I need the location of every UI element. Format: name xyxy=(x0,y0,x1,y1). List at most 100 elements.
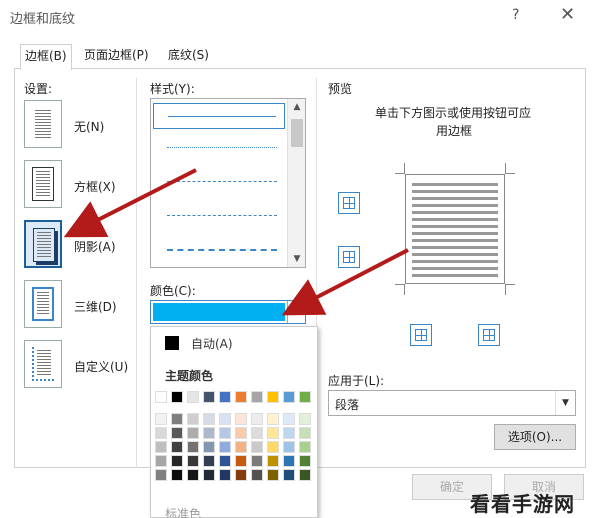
style-item-long-dash[interactable] xyxy=(153,237,285,263)
theme-color-shade[interactable] xyxy=(283,455,295,467)
theme-color-shade[interactable] xyxy=(203,413,215,425)
theme-color-swatch[interactable] xyxy=(187,391,199,403)
theme-color-shade[interactable] xyxy=(171,441,183,453)
preview-page[interactable] xyxy=(405,174,505,284)
scroll-thumb[interactable] xyxy=(291,119,303,147)
theme-color-shade[interactable] xyxy=(187,413,199,425)
tab-page-border[interactable]: 页面边框(P) xyxy=(80,44,153,68)
scroll-up-icon[interactable]: ▲ xyxy=(288,99,306,115)
style-item-dotted[interactable] xyxy=(153,135,285,161)
theme-color-swatch[interactable] xyxy=(219,391,231,403)
theme-color-shade[interactable] xyxy=(251,427,263,439)
theme-color-shade[interactable] xyxy=(219,427,231,439)
theme-color-shade[interactable] xyxy=(155,455,167,467)
theme-color-shade[interactable] xyxy=(203,469,215,481)
theme-color-shade[interactable] xyxy=(283,469,295,481)
setting-none-label[interactable]: 无(N) xyxy=(74,118,104,135)
chevron-down-icon[interactable]: ▼ xyxy=(287,301,305,323)
theme-color-shade[interactable] xyxy=(203,441,215,453)
apply-to-dropdown[interactable]: 段落 ▼ xyxy=(328,390,576,416)
theme-color-shade[interactable] xyxy=(171,427,183,439)
style-scrollbar[interactable]: ▲ ▼ xyxy=(287,99,305,267)
tab-borders[interactable]: 边框(B) xyxy=(20,44,72,70)
settings-label: 设置: xyxy=(24,82,53,96)
theme-color-shade[interactable] xyxy=(251,413,263,425)
theme-color-swatch[interactable] xyxy=(299,391,311,403)
theme-color-swatch[interactable] xyxy=(203,391,215,403)
theme-color-shade[interactable] xyxy=(203,455,215,467)
setting-custom-icon[interactable] xyxy=(24,340,62,388)
theme-color-swatch[interactable] xyxy=(235,391,247,403)
theme-color-shade[interactable] xyxy=(283,441,295,453)
tab-shading[interactable]: 底纹(S) xyxy=(164,44,213,68)
theme-color-shade[interactable] xyxy=(155,413,167,425)
theme-color-shade[interactable] xyxy=(251,469,263,481)
theme-color-swatch[interactable] xyxy=(283,391,295,403)
theme-color-shade[interactable] xyxy=(251,455,263,467)
style-item-solid[interactable] xyxy=(153,103,285,129)
theme-color-swatch[interactable] xyxy=(155,391,167,403)
theme-color-shade[interactable] xyxy=(155,427,167,439)
theme-color-shade[interactable] xyxy=(155,469,167,481)
middle-border-button[interactable] xyxy=(338,246,360,268)
options-button[interactable]: 选项(O)... xyxy=(494,424,576,450)
help-icon[interactable]: ? xyxy=(512,7,519,23)
theme-color-shade[interactable] xyxy=(283,413,295,425)
top-border-button[interactable] xyxy=(338,192,360,214)
theme-color-shade[interactable] xyxy=(283,427,295,439)
apply-to-value: 段落 xyxy=(335,398,360,412)
title-bar: 边框和底纹 ? ✕ xyxy=(0,0,600,32)
theme-color-shade[interactable] xyxy=(187,455,199,467)
theme-color-shade[interactable] xyxy=(235,455,247,467)
theme-color-shade[interactable] xyxy=(235,413,247,425)
theme-color-swatch[interactable] xyxy=(251,391,263,403)
theme-color-shade[interactable] xyxy=(267,413,279,425)
theme-color-shade[interactable] xyxy=(187,441,199,453)
setting-none-icon[interactable] xyxy=(24,100,62,148)
scroll-down-icon[interactable]: ▼ xyxy=(288,251,306,267)
setting-box-label[interactable]: 方框(X) xyxy=(74,178,116,195)
theme-color-shade[interactable] xyxy=(299,413,311,425)
theme-color-shade[interactable] xyxy=(187,469,199,481)
theme-color-shade[interactable] xyxy=(235,469,247,481)
chevron-down-icon[interactable]: ▼ xyxy=(555,391,575,415)
setting-shadow-icon[interactable] xyxy=(24,220,62,268)
theme-color-shade[interactable] xyxy=(251,441,263,453)
style-list[interactable]: ▲ ▼ xyxy=(150,98,306,268)
theme-color-shade[interactable] xyxy=(187,427,199,439)
style-item-fine-dash[interactable] xyxy=(153,169,285,195)
setting-box-icon[interactable] xyxy=(24,160,62,208)
theme-color-shade[interactable] xyxy=(171,413,183,425)
auto-color-swatch xyxy=(165,336,179,350)
style-item-dash[interactable] xyxy=(153,203,285,229)
theme-color-swatch[interactable] xyxy=(267,391,279,403)
theme-color-shade[interactable] xyxy=(171,455,183,467)
setting-3d-icon[interactable] xyxy=(24,280,62,328)
right-border-button[interactable] xyxy=(478,324,500,346)
theme-color-shade[interactable] xyxy=(219,455,231,467)
theme-color-shade[interactable] xyxy=(219,469,231,481)
theme-color-shade[interactable] xyxy=(267,427,279,439)
theme-color-shade[interactable] xyxy=(219,441,231,453)
theme-color-shade[interactable] xyxy=(299,469,311,481)
setting-custom-label[interactable]: 自定义(U) xyxy=(74,358,128,375)
theme-color-shade[interactable] xyxy=(235,427,247,439)
theme-color-shade[interactable] xyxy=(267,455,279,467)
close-icon[interactable]: ✕ xyxy=(560,4,575,25)
theme-color-shade[interactable] xyxy=(299,455,311,467)
theme-color-shade[interactable] xyxy=(155,441,167,453)
theme-color-shade[interactable] xyxy=(299,427,311,439)
theme-color-shade[interactable] xyxy=(267,441,279,453)
theme-color-shade[interactable] xyxy=(171,469,183,481)
color-dropdown[interactable]: ▼ xyxy=(150,300,306,324)
theme-color-swatch[interactable] xyxy=(171,391,183,403)
setting-3d-label[interactable]: 三维(D) xyxy=(74,298,117,315)
theme-color-shade[interactable] xyxy=(203,427,215,439)
theme-color-shade[interactable] xyxy=(219,413,231,425)
auto-color-option[interactable]: 自动(A) xyxy=(155,331,313,355)
theme-color-shade[interactable] xyxy=(299,441,311,453)
theme-color-shade[interactable] xyxy=(235,441,247,453)
setting-shadow-label[interactable]: 阴影(A) xyxy=(74,238,116,255)
left-border-button[interactable] xyxy=(410,324,432,346)
theme-color-shade[interactable] xyxy=(267,469,279,481)
